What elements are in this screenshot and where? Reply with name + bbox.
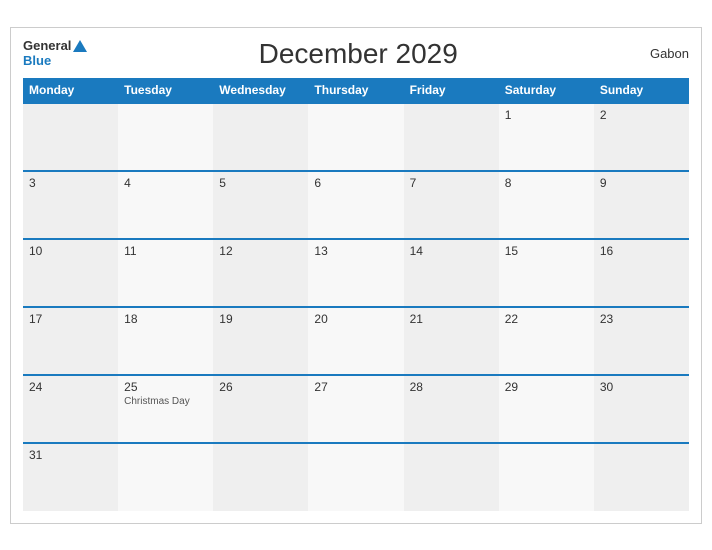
calendar-week-row: 24 25 Christmas Day 26 27 28 29 30 — [23, 375, 689, 443]
calendar-cell: 27 — [308, 375, 403, 443]
weekday-header-row: MondayTuesdayWednesdayThursdayFridaySatu… — [23, 78, 689, 103]
calendar-cell: 14 — [404, 239, 499, 307]
calendar-cell: 3 — [23, 171, 118, 239]
calendar-cell: 21 — [404, 307, 499, 375]
calendar-week-row: 12 — [23, 103, 689, 171]
calendar-week-row: 10 11 12 13 14 15 16 — [23, 239, 689, 307]
day-number: 5 — [219, 176, 302, 190]
day-number: 23 — [600, 312, 683, 326]
calendar-cell: 28 — [404, 375, 499, 443]
day-number: 22 — [505, 312, 588, 326]
calendar-cell: 20 — [308, 307, 403, 375]
holiday-label: Christmas Day — [124, 396, 207, 407]
country-label: Gabon — [629, 46, 689, 61]
day-number: 25 — [124, 380, 207, 394]
calendar-cell: 7 — [404, 171, 499, 239]
calendar-cell: 29 — [499, 375, 594, 443]
calendar-cell: 1 — [499, 103, 594, 171]
calendar-container: General Blue December 2029 Gabon MondayT… — [10, 27, 702, 524]
day-number: 12 — [219, 244, 302, 258]
calendar-cell: 16 — [594, 239, 689, 307]
calendar-cell: 8 — [499, 171, 594, 239]
day-number: 29 — [505, 380, 588, 394]
calendar-cell: 10 — [23, 239, 118, 307]
day-number: 6 — [314, 176, 397, 190]
day-number: 9 — [600, 176, 683, 190]
logo-blue-text: Blue — [23, 54, 51, 68]
logo-triangle-icon — [73, 40, 87, 52]
calendar-cell: 22 — [499, 307, 594, 375]
calendar-cell — [23, 103, 118, 171]
day-number: 13 — [314, 244, 397, 258]
calendar-header: General Blue December 2029 Gabon — [23, 38, 689, 70]
day-number: 19 — [219, 312, 302, 326]
day-number: 4 — [124, 176, 207, 190]
day-number: 15 — [505, 244, 588, 258]
calendar-cell: 13 — [308, 239, 403, 307]
calendar-cell — [499, 443, 594, 511]
calendar-cell: 17 — [23, 307, 118, 375]
day-number: 21 — [410, 312, 493, 326]
calendar-title: December 2029 — [87, 38, 629, 70]
calendar-grid: MondayTuesdayWednesdayThursdayFridaySatu… — [23, 78, 689, 511]
day-number: 24 — [29, 380, 112, 394]
calendar-cell: 4 — [118, 171, 213, 239]
calendar-cell: 9 — [594, 171, 689, 239]
day-number: 16 — [600, 244, 683, 258]
calendar-cell — [118, 103, 213, 171]
calendar-cell — [404, 443, 499, 511]
calendar-cell: 2 — [594, 103, 689, 171]
calendar-cell: 11 — [118, 239, 213, 307]
weekday-header-thursday: Thursday — [308, 78, 403, 103]
day-number: 31 — [29, 448, 112, 462]
weekday-header-wednesday: Wednesday — [213, 78, 308, 103]
day-number: 7 — [410, 176, 493, 190]
calendar-cell: 25 Christmas Day — [118, 375, 213, 443]
calendar-week-row: 3456789 — [23, 171, 689, 239]
calendar-cell: 23 — [594, 307, 689, 375]
calendar-cell: 15 — [499, 239, 594, 307]
day-number: 30 — [600, 380, 683, 394]
calendar-cell — [213, 443, 308, 511]
logo: General Blue — [23, 39, 87, 68]
day-number: 10 — [29, 244, 112, 258]
day-number: 2 — [600, 108, 683, 122]
weekday-header-tuesday: Tuesday — [118, 78, 213, 103]
weekday-header-saturday: Saturday — [499, 78, 594, 103]
calendar-cell: 19 — [213, 307, 308, 375]
calendar-cell — [404, 103, 499, 171]
calendar-cell — [594, 443, 689, 511]
calendar-cell: 30 — [594, 375, 689, 443]
day-number: 18 — [124, 312, 207, 326]
calendar-week-row: 17 18 19 20 21 22 23 — [23, 307, 689, 375]
calendar-cell: 31 — [23, 443, 118, 511]
day-number: 28 — [410, 380, 493, 394]
day-number: 27 — [314, 380, 397, 394]
calendar-cell — [118, 443, 213, 511]
calendar-cell: 24 — [23, 375, 118, 443]
calendar-cell — [308, 443, 403, 511]
day-number: 8 — [505, 176, 588, 190]
logo-general-text: General — [23, 39, 71, 53]
day-number: 17 — [29, 312, 112, 326]
calendar-cell: 12 — [213, 239, 308, 307]
calendar-cell: 6 — [308, 171, 403, 239]
weekday-header-friday: Friday — [404, 78, 499, 103]
day-number: 14 — [410, 244, 493, 258]
day-number: 3 — [29, 176, 112, 190]
day-number: 1 — [505, 108, 588, 122]
day-number: 11 — [124, 244, 207, 258]
calendar-cell: 26 — [213, 375, 308, 443]
calendar-cell: 18 — [118, 307, 213, 375]
weekday-header-sunday: Sunday — [594, 78, 689, 103]
calendar-cell: 5 — [213, 171, 308, 239]
weekday-header-monday: Monday — [23, 78, 118, 103]
calendar-cell — [213, 103, 308, 171]
day-number: 20 — [314, 312, 397, 326]
calendar-cell — [308, 103, 403, 171]
day-number: 26 — [219, 380, 302, 394]
calendar-week-row: 31 — [23, 443, 689, 511]
